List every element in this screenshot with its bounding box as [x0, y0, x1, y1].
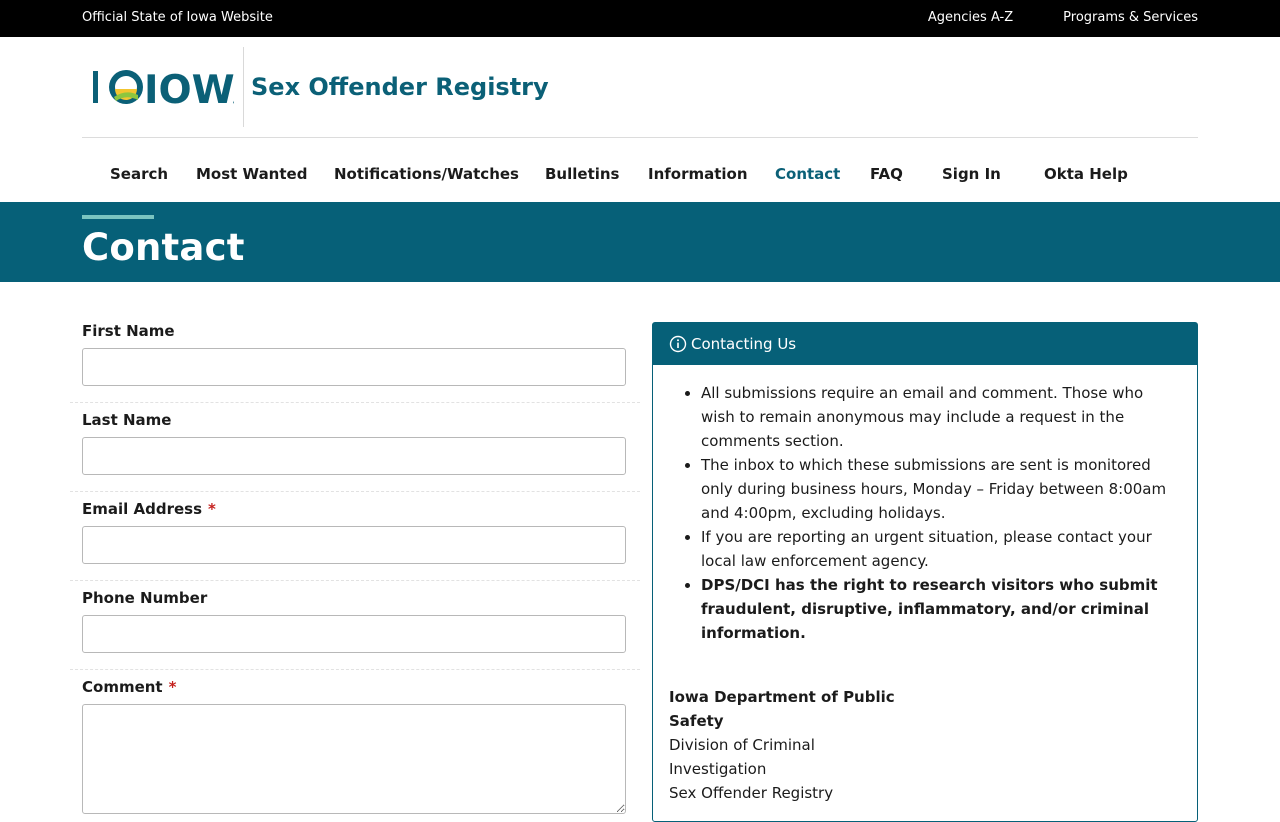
title-accent-bar	[82, 215, 154, 219]
nav-contact[interactable]: Contact	[775, 165, 840, 183]
agencies-az-link[interactable]: Agencies A-Z	[928, 10, 1013, 25]
programs-services-link[interactable]: Programs & Services	[1063, 10, 1198, 25]
email-input[interactable]	[82, 526, 626, 564]
nav-search[interactable]: Search	[110, 165, 168, 183]
nav-bulletins[interactable]: Bulletins	[545, 165, 620, 183]
address-org: Iowa Department of Public Safety	[669, 688, 895, 730]
contact-guidelines-list: All submissions require an email and com…	[653, 381, 1177, 645]
email-label-text: Email Address	[82, 500, 203, 518]
comment-textarea[interactable]	[82, 704, 626, 814]
list-item: The inbox to which these submissions are…	[701, 453, 1177, 525]
list-item: DPS/DCI has the right to research visito…	[701, 573, 1177, 645]
last-name-input[interactable]	[82, 437, 626, 475]
last-name-label: Last Name	[82, 411, 172, 429]
nav-faq[interactable]: FAQ	[870, 165, 903, 183]
site-title[interactable]: Sex Offender Registry	[251, 73, 549, 101]
panel-header: Contacting Us	[653, 323, 1197, 365]
first-name-input[interactable]	[82, 348, 626, 386]
mailing-address: Iowa Department of Public Safety Divisio…	[669, 685, 909, 805]
page-title: Contact	[82, 226, 245, 269]
official-site-bar: Official State of Iowa Website Agencies …	[0, 0, 1280, 37]
comment-label-text: Comment	[82, 678, 163, 696]
address-division: Division of Criminal Investigation	[669, 736, 815, 778]
main-nav: Search Most Wanted Notifications/Watches…	[82, 138, 1198, 202]
iowa-logo[interactable]: IOWA	[92, 67, 234, 107]
info-icon	[669, 335, 687, 353]
email-label: Email Address *	[82, 500, 216, 518]
nav-notifications-watches[interactable]: Notifications/Watches	[334, 165, 519, 183]
list-item: All submissions require an email and com…	[701, 381, 1177, 453]
topbar-links: Agencies A-Z Programs & Services	[928, 10, 1198, 25]
field-divider	[70, 669, 640, 670]
nav-most-wanted[interactable]: Most Wanted	[196, 165, 307, 183]
required-marker: *	[168, 678, 177, 696]
nav-information[interactable]: Information	[648, 165, 748, 183]
required-marker: *	[208, 500, 216, 518]
phone-label: Phone Number	[82, 589, 208, 607]
nav-sign-in[interactable]: Sign In	[942, 165, 1001, 183]
logo-divider	[243, 47, 244, 127]
field-divider	[70, 491, 640, 492]
comment-label: Comment *	[82, 678, 176, 696]
nav-okta-help[interactable]: Okta Help	[1044, 165, 1128, 183]
logo-wordmark: IOWA	[144, 68, 234, 107]
site-header: IOWA Sex Offender Registry	[82, 37, 1198, 138]
contacting-us-panel: Contacting Us All submissions require an…	[652, 322, 1198, 822]
address-unit: Sex Offender Registry	[669, 784, 834, 802]
field-divider	[70, 402, 640, 403]
page-title-band: Contact	[0, 202, 1280, 282]
official-site-label: Official State of Iowa Website	[82, 10, 273, 25]
field-divider	[70, 580, 640, 581]
panel-heading: Contacting Us	[691, 335, 797, 353]
list-item: If you are reporting an urgent situation…	[701, 525, 1177, 573]
phone-input[interactable]	[82, 615, 626, 653]
first-name-label: First Name	[82, 322, 175, 340]
